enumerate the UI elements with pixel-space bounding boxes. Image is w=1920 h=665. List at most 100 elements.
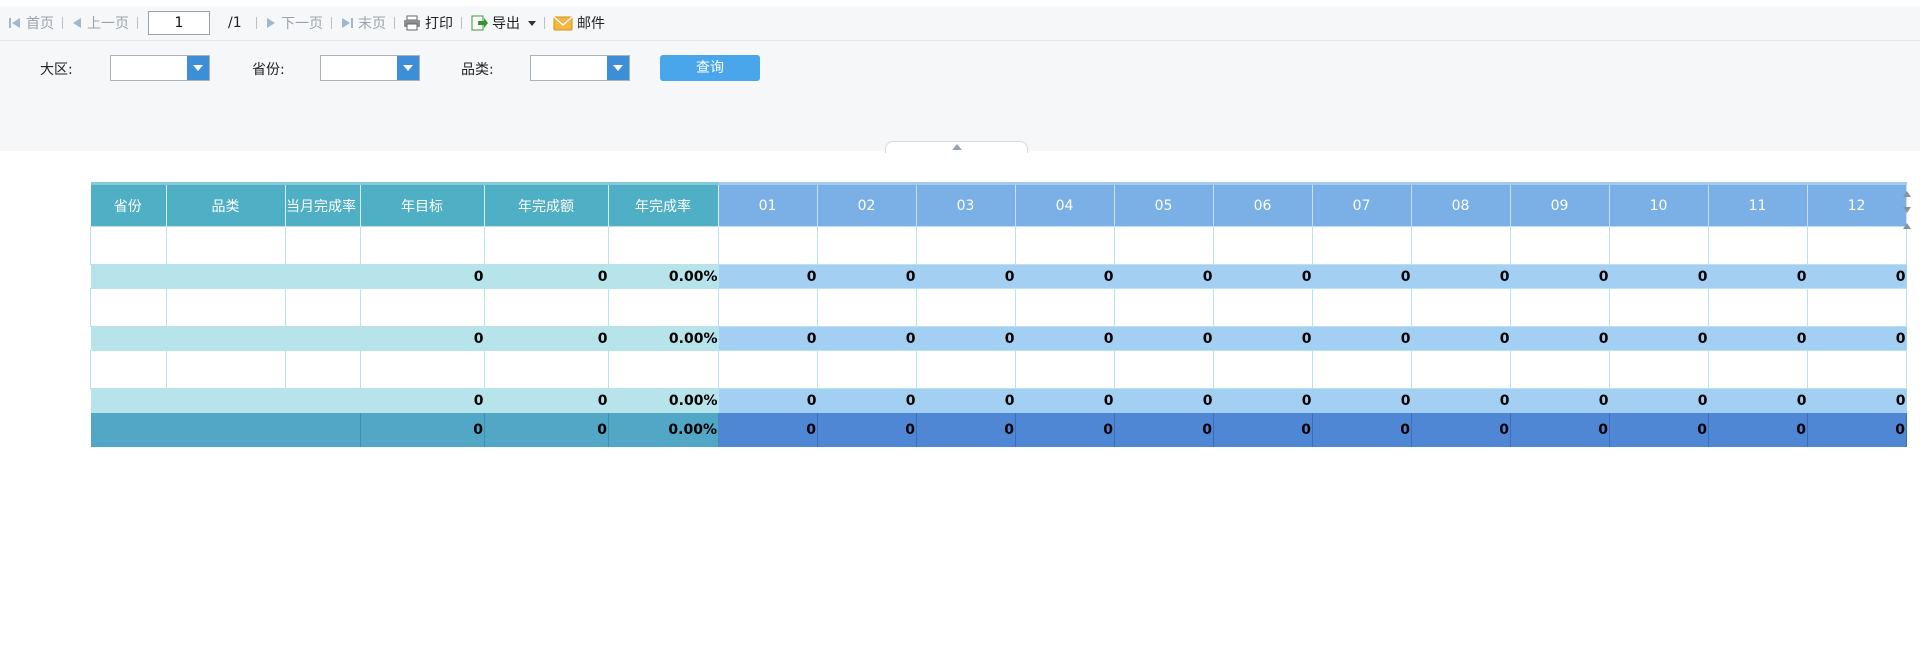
empty-cell — [1312, 350, 1412, 389]
empty-cell — [1510, 226, 1610, 265]
year-target-cell: 0 — [360, 264, 485, 289]
month-value-cell: 0 — [1015, 264, 1115, 289]
prev-page-label: 上一页 — [87, 16, 129, 32]
chevron-down-icon — [528, 20, 536, 26]
month-value-cell: 0 — [1114, 412, 1214, 447]
printer-icon — [404, 15, 420, 31]
next-page-label: 下一页 — [281, 16, 323, 32]
month-value-cell: 0 — [1015, 412, 1115, 447]
scroll-top-icon[interactable] — [1903, 223, 1911, 229]
month-value-cell: 0 — [817, 326, 917, 351]
month-value-cell: 0 — [1510, 412, 1610, 447]
month-value-cell: 0 — [1114, 388, 1214, 413]
month-value-cell: 0 — [1015, 388, 1115, 413]
empty-cell — [1807, 288, 1907, 327]
collapse-filter-toggle[interactable] — [885, 141, 1028, 153]
rate-value-cell: 0 — [718, 412, 818, 447]
empty-cell — [285, 226, 361, 265]
month-value-cell: 0 — [1609, 326, 1709, 351]
month-value-cell: 0 — [1312, 326, 1412, 351]
print-button[interactable]: 打印 — [397, 11, 459, 35]
province-label: 省份: — [252, 62, 285, 78]
month-value-cell: 0 — [1114, 326, 1214, 351]
empty-cell — [1114, 288, 1214, 327]
header-month-06: 06 — [1213, 182, 1313, 227]
year-rate-cell: 0.00% — [608, 264, 719, 289]
month-value-cell: 0 — [1015, 326, 1115, 351]
month-value-cell: 0 — [1411, 326, 1511, 351]
mail-icon — [553, 15, 573, 30]
year-done-cell: 0 — [484, 264, 609, 289]
scroll-up-icon[interactable] — [1903, 191, 1911, 197]
mail-button[interactable]: 邮件 — [547, 11, 611, 35]
empty-cell — [484, 288, 609, 327]
empty-cell — [916, 350, 1016, 389]
year-target-cell: 0 — [360, 388, 485, 413]
empty-cell — [1213, 350, 1313, 389]
toolbar-divider — [544, 17, 545, 29]
empty-cell — [166, 226, 286, 265]
grand-total-row: 0 0 0.00% 0 0 0 0 0 0 0 0 0 0 0 0 — [90, 412, 1908, 447]
empty-cell — [1411, 288, 1511, 327]
dropdown-arrow-icon[interactable] — [187, 56, 209, 80]
month-value-cell: 0 — [1708, 412, 1808, 447]
empty-cell — [817, 226, 917, 265]
row-label-cell — [90, 388, 361, 413]
toolbar-divider — [62, 17, 63, 29]
query-button[interactable]: 查询 — [660, 55, 760, 81]
prev-page-button[interactable]: 上一页 — [65, 11, 135, 35]
month-value-cell: 0 — [1708, 326, 1808, 351]
empty-cell — [916, 288, 1016, 327]
scroll-down-icon[interactable] — [1903, 207, 1911, 213]
empty-cell — [916, 226, 1016, 265]
subtotal-row: 0 0 0.00% 0 0 0 0 0 0 0 0 0 0 0 0 — [90, 326, 1908, 351]
header-month-11: 11 — [1708, 182, 1808, 227]
empty-cell — [817, 350, 917, 389]
empty-cell — [1708, 226, 1808, 265]
empty-cell — [1510, 288, 1610, 327]
page-total: /1 — [228, 15, 242, 31]
header-month-05: 05 — [1114, 182, 1214, 227]
rate-value-cell: 0 — [718, 326, 818, 351]
export-button[interactable]: 导出 — [464, 11, 542, 35]
rate-value-cell: 0 — [718, 388, 818, 413]
month-value-cell: 0 — [1510, 388, 1610, 413]
dropdown-arrow-icon[interactable] — [607, 56, 629, 80]
header-month-02: 02 — [817, 182, 917, 227]
filter-panel: 大区: 省份: 品类: 查询 — [0, 41, 1920, 151]
last-page-button[interactable]: 末页 — [334, 11, 392, 35]
header-month-04: 04 — [1015, 182, 1115, 227]
next-page-button[interactable]: 下一页 — [259, 11, 329, 35]
rate-value-cell: 0 — [718, 264, 818, 289]
header-month-12: 12 — [1807, 182, 1907, 227]
empty-cell — [1609, 288, 1709, 327]
header-year-rate: 年完成率 — [608, 182, 719, 227]
empty-cell — [718, 288, 818, 327]
toolbar-divider — [137, 17, 138, 29]
empty-cell — [1906, 412, 1908, 447]
empty-cell — [718, 350, 818, 389]
month-value-cell: 0 — [1708, 264, 1808, 289]
empty-cell — [1114, 350, 1214, 389]
month-value-cell: 0 — [1807, 412, 1907, 447]
empty-cell — [1906, 388, 1908, 413]
header-month-09: 09 — [1510, 182, 1610, 227]
toolbar-divider — [394, 17, 395, 29]
last-page-label: 末页 — [358, 16, 386, 32]
first-page-button[interactable]: 首页 — [2, 11, 60, 35]
last-page-icon — [342, 18, 353, 28]
province-select[interactable] — [320, 55, 420, 81]
month-value-cell: 0 — [1411, 388, 1511, 413]
empty-cell — [90, 350, 167, 389]
region-select[interactable] — [110, 55, 210, 81]
month-value-cell: 0 — [817, 264, 917, 289]
empty-cell — [484, 226, 609, 265]
dropdown-arrow-icon[interactable] — [397, 56, 419, 80]
print-label: 打印 — [425, 16, 453, 32]
category-select[interactable] — [530, 55, 630, 81]
empty-cell — [1807, 226, 1907, 265]
table-row — [90, 350, 1909, 389]
year-target-cell: 0 — [360, 412, 485, 447]
chevron-up-icon — [952, 144, 962, 150]
page-number-input[interactable] — [148, 11, 210, 35]
